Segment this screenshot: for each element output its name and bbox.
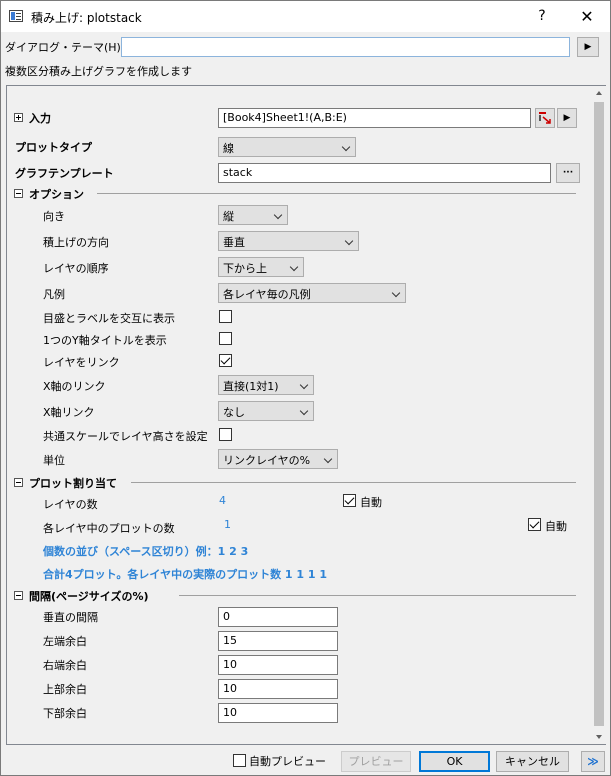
stack-direction-label: 積上げの方向 <box>43 236 109 249</box>
plot-type-value: 線 <box>223 142 234 155</box>
layer-order-value: 下から上 <box>223 262 267 275</box>
vertical-gap-label: 垂直の間隔 <box>43 611 98 624</box>
plot-assignment-divider <box>131 482 576 483</box>
options-collapse-icon[interactable] <box>14 189 23 198</box>
link-layers-label: レイヤをリンク <box>43 356 120 369</box>
plots-per-layer-auto-label: 自動 <box>545 520 567 533</box>
chevron-down-icon <box>299 406 309 416</box>
chevron-down-icon <box>323 454 333 464</box>
plot-total-hint: 合計4プロット。各レイヤ中の実際のプロット数 1 1 1 1 <box>43 568 328 581</box>
graph-template-field[interactable]: stack <box>218 163 551 183</box>
chevron-down-icon <box>391 288 401 298</box>
app-icon <box>9 10 23 22</box>
ok-button[interactable]: OK <box>419 751 490 772</box>
legend-label: 凡例 <box>43 288 65 301</box>
chevron-down-icon <box>341 142 351 152</box>
left-margin-field[interactable]: 15 <box>218 631 338 651</box>
dialog-window: 積み上げ: plotstack ? ✕ ダイアログ・テーマ(H) ▶ 複数区分積… <box>0 0 611 776</box>
plot-assignment-collapse-icon[interactable] <box>14 478 23 487</box>
preview-button[interactable]: プレビュー <box>341 751 411 772</box>
one-y-title-label: 1つのY軸タイトルを表示 <box>43 334 167 347</box>
unit-select[interactable]: リンクレイヤの% <box>218 449 338 469</box>
vertical-gap-field[interactable]: 0 <box>218 607 338 627</box>
settings-panel: 入力 [Book4]Sheet1!(A,B:E) ▶ プロットタイプ 線 グラフ… <box>6 85 606 745</box>
layer-order-select[interactable]: 下から上 <box>218 257 304 277</box>
scroll-thumb[interactable] <box>594 102 604 726</box>
options-header: オプション <box>29 188 84 201</box>
chevron-down-icon <box>344 236 354 246</box>
common-scale-checkbox[interactable] <box>219 428 232 441</box>
input-label: 入力 <box>29 112 51 125</box>
spacing-divider <box>179 595 576 596</box>
right-margin-label: 右端余白 <box>43 659 87 672</box>
more-options-button[interactable]: ≫ <box>581 751 605 772</box>
link-layers-checkbox[interactable] <box>219 354 232 367</box>
x-link-select[interactable]: なし <box>218 401 314 421</box>
chevron-down-icon <box>299 380 309 390</box>
layer-order-label: レイヤの順序 <box>43 262 109 275</box>
options-divider <box>97 193 576 194</box>
help-button[interactable]: ? <box>519 1 565 32</box>
x-axis-link-value: 直接(1対1) <box>223 380 279 393</box>
plot-type-label: プロットタイプ <box>15 141 92 154</box>
chevron-down-icon <box>273 210 283 220</box>
plots-per-layer-label: 各レイヤ中のプロットの数 <box>43 522 175 535</box>
plots-per-layer-auto-checkbox[interactable] <box>528 518 541 531</box>
common-scale-label: 共通スケールでレイヤ高さを設定 <box>43 430 208 443</box>
num-layers-auto-label: 自動 <box>360 496 382 509</box>
input-range-field[interactable]: [Book4]Sheet1!(A,B:E) <box>218 108 531 128</box>
select-range-button[interactable] <box>535 108 555 128</box>
theme-field[interactable] <box>121 37 570 57</box>
cancel-button[interactable]: キャンセル <box>496 751 569 772</box>
plots-per-layer-value[interactable]: 1 <box>224 518 231 531</box>
num-layers-auto-checkbox[interactable] <box>343 494 356 507</box>
input-menu-button[interactable]: ▶ <box>557 108 577 128</box>
alternate-ticks-checkbox[interactable] <box>219 310 232 323</box>
legend-select[interactable]: 各レイヤ毎の凡例 <box>218 283 406 303</box>
unit-label: 単位 <box>43 454 65 467</box>
auto-preview-checkbox[interactable] <box>233 754 246 767</box>
legend-value: 各レイヤ毎の凡例 <box>223 288 311 301</box>
bottom-margin-field[interactable]: 10 <box>218 703 338 723</box>
window-title: 積み上げ: plotstack <box>31 11 142 25</box>
spacing-header: 間隔(ページサイズの%) <box>29 590 149 603</box>
scroll-up-arrow-icon[interactable] <box>592 86 606 100</box>
theme-label: ダイアログ・テーマ(H) <box>5 41 121 54</box>
plot-assignment-header: プロット割り当て <box>29 477 117 490</box>
x-link-label: X軸リンク <box>43 406 95 419</box>
stack-direction-select[interactable]: 垂直 <box>218 231 359 251</box>
range-select-icon <box>539 112 551 124</box>
num-layers-value[interactable]: 4 <box>219 494 226 507</box>
top-margin-field[interactable]: 10 <box>218 679 338 699</box>
top-margin-label: 上部余白 <box>43 683 87 696</box>
orientation-value: 縦 <box>223 210 234 223</box>
bottom-margin-label: 下部余白 <box>43 707 87 720</box>
plot-type-select[interactable]: 線 <box>218 137 356 157</box>
browse-template-button[interactable]: ··· <box>556 163 580 183</box>
theme-menu-button[interactable]: ▶ <box>577 37 599 57</box>
auto-preview-label: 自動プレビュー <box>249 755 326 768</box>
description-text: 複数区分積み上げグラフを作成します <box>5 65 192 78</box>
chevron-down-icon <box>289 262 299 272</box>
orientation-select[interactable]: 縦 <box>218 205 288 225</box>
orientation-label: 向き <box>43 210 65 223</box>
alternate-ticks-label: 目盛とラベルを交互に表示 <box>43 312 175 325</box>
input-expand-icon[interactable] <box>14 113 23 122</box>
spacing-collapse-icon[interactable] <box>14 591 23 600</box>
x-axis-link-label: X軸のリンク <box>43 380 106 393</box>
close-button[interactable]: ✕ <box>564 1 610 32</box>
num-layers-label: レイヤの数 <box>43 498 98 511</box>
stack-direction-value: 垂直 <box>223 236 245 249</box>
graph-template-label: グラフテンプレート <box>15 167 114 180</box>
scroll-down-arrow-icon[interactable] <box>592 730 606 744</box>
right-margin-field[interactable]: 10 <box>218 655 338 675</box>
title-bar: 積み上げ: plotstack ? ✕ <box>1 1 610 32</box>
plot-count-hint: 個数の並び（スペース区切り）例：1 2 3 <box>43 545 249 558</box>
left-margin-label: 左端余白 <box>43 635 87 648</box>
x-link-value: なし <box>223 406 245 419</box>
one-y-title-checkbox[interactable] <box>219 332 232 345</box>
x-axis-link-select[interactable]: 直接(1対1) <box>218 375 314 395</box>
unit-value: リンクレイヤの% <box>223 454 311 467</box>
